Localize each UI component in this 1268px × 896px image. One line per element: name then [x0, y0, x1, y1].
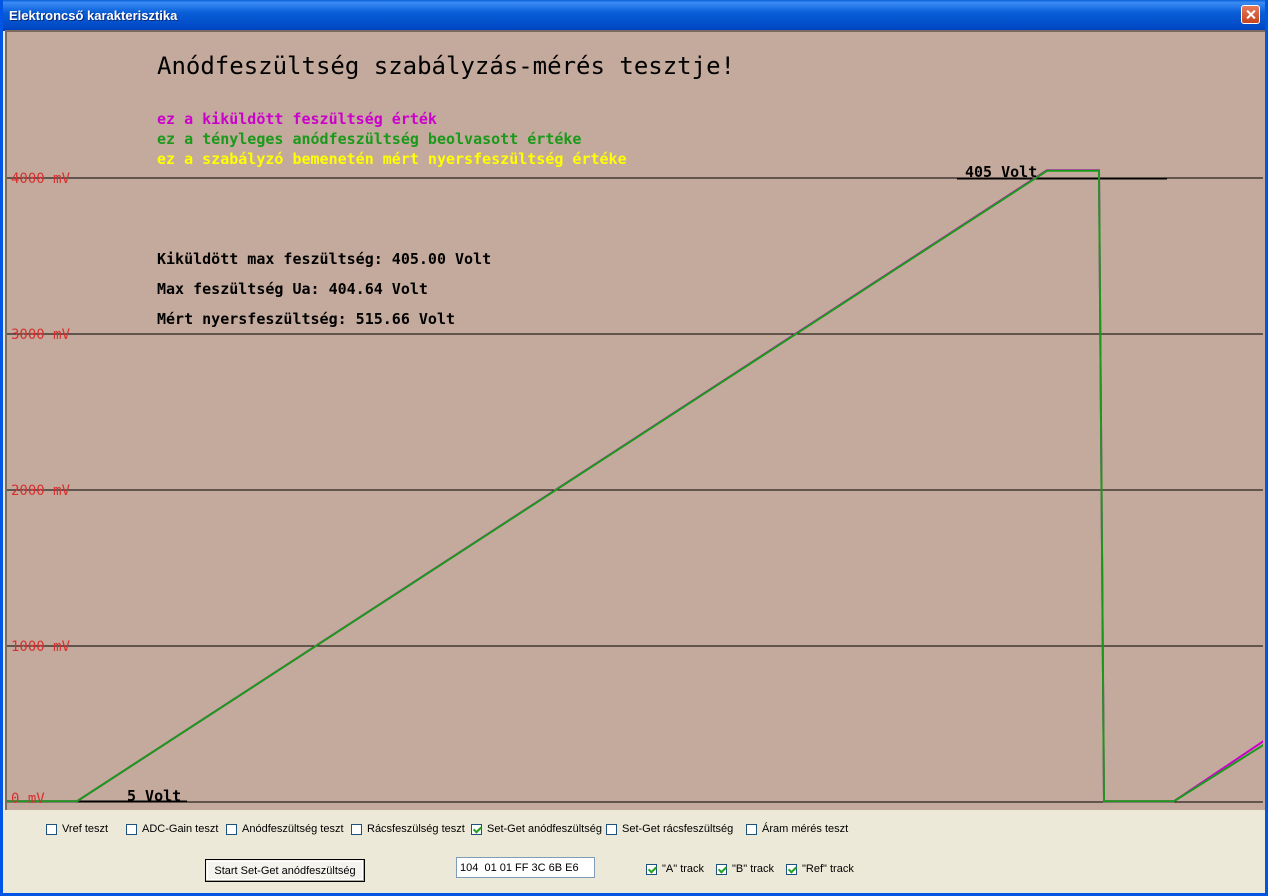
checkbox-label: Rácsfeszülség teszt	[367, 823, 465, 835]
checkbox-adc-gain-teszt[interactable]: ADC-Gain teszt	[126, 823, 218, 835]
checkbox-racsfeszulseg-teszt[interactable]: Rácsfeszülség teszt	[351, 823, 465, 835]
checkbox-box[interactable]	[126, 823, 137, 835]
checkbox-set-get-racsfeszultseg[interactable]: Set-Get rácsfeszültség	[606, 823, 733, 835]
title-bar[interactable]: Elektroncső karakterisztika	[3, 0, 1265, 31]
control-panel: Vref teszt ADC-Gain teszt Anódfeszültség…	[3, 812, 1265, 893]
checkbox-box[interactable]	[746, 823, 757, 835]
checkbox-a-track[interactable]: "A" track	[646, 863, 704, 875]
close-button[interactable]	[1241, 5, 1260, 24]
chart-area: Anódfeszültség szabályzás-mérés tesztje!…	[5, 30, 1265, 810]
chart-title: Anódfeszültség szabályzás-mérés tesztje!	[157, 52, 735, 80]
checkbox-label: Set-Get anódfeszültség	[487, 823, 602, 835]
hex-value-input[interactable]	[456, 857, 595, 878]
checkbox-box[interactable]	[351, 823, 362, 835]
checkbox-box[interactable]	[646, 863, 657, 875]
y-label-3000: 3000 mV	[11, 327, 71, 343]
legend-actual: ez a tényleges anódfeszültség beolvasott…	[157, 130, 582, 148]
y-label-1000: 1000 mV	[11, 639, 71, 655]
window-title: Elektroncső karakterisztika	[9, 8, 178, 23]
checkbox-label: Áram mérés teszt	[762, 823, 849, 835]
checkbox-label: Anódfeszültség teszt	[242, 823, 344, 835]
checkbox-label: "Ref" track	[802, 863, 854, 875]
checkbox-label: Set-Get rácsfeszültség	[622, 823, 734, 835]
app-window: Elektroncső karakterisztika Anódfeszülts…	[0, 0, 1268, 896]
chart-svg	[7, 169, 1263, 803]
checkbox-aram-meres-teszt[interactable]: Áram mérés teszt	[746, 823, 848, 835]
checkbox-box[interactable]	[471, 823, 482, 835]
y-label-0: 0 mV	[11, 791, 45, 807]
checkbox-label: "A" track	[662, 863, 705, 875]
checkbox-box[interactable]	[786, 863, 797, 875]
checkbox-label: Vref teszt	[62, 823, 109, 835]
legend-sent: ez a kiküldött feszültség érték	[157, 110, 437, 128]
checkbox-box[interactable]	[226, 823, 237, 835]
info-raw-voltage: Mért nyersfeszültség: 515.66 Volt	[157, 310, 456, 328]
checkbox-label: "B" track	[732, 863, 775, 875]
start-set-get-button[interactable]: Start Set-Get anódfeszültség	[205, 859, 365, 882]
y-label-4000: 4000 mV	[11, 171, 71, 187]
info-max-ua: Max feszültség Ua: 404.64 Volt	[157, 280, 428, 298]
checkbox-b-track[interactable]: "B" track	[716, 863, 774, 875]
checkbox-box[interactable]	[606, 823, 617, 835]
checkbox-label: ADC-Gain teszt	[142, 823, 219, 835]
checkbox-ref-track[interactable]: "Ref" track	[786, 863, 854, 875]
checkbox-set-get-anodfeszultseg[interactable]: Set-Get anódfeszültség	[471, 823, 602, 835]
checkbox-anodfeszultseg-teszt[interactable]: Anódfeszültség teszt	[226, 823, 344, 835]
max-voltage-label: 405 Volt	[965, 163, 1038, 181]
legend-raw: ez a szabályzó bemenetén mért nyersfeszü…	[157, 150, 627, 168]
checkbox-box[interactable]	[46, 823, 57, 835]
info-sent-max: Kiküldött max feszültség: 405.00 Volt	[157, 250, 492, 268]
y-label-2000: 2000 mV	[11, 483, 71, 499]
checkbox-vref-teszt[interactable]: Vref teszt	[46, 823, 108, 835]
min-voltage-label: 5 Volt	[127, 787, 182, 805]
checkbox-box[interactable]	[716, 863, 727, 875]
